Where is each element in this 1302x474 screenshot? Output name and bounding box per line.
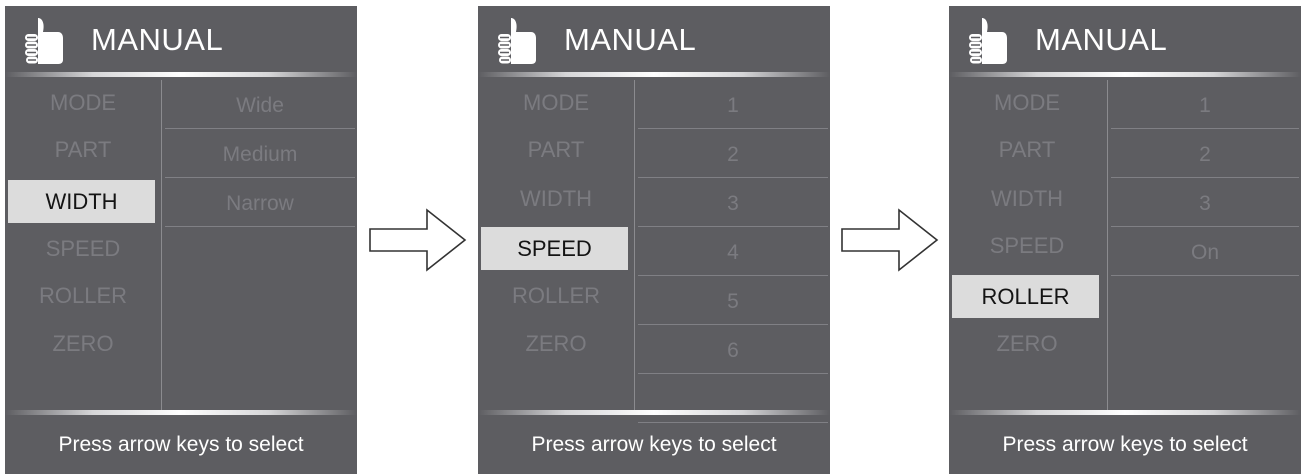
column-divider [634, 80, 635, 410]
menu-item-mode[interactable]: MODE [5, 81, 161, 124]
menu-item-mode[interactable]: MODE [949, 81, 1105, 124]
menu-item-zero[interactable]: ZERO [949, 322, 1105, 365]
menu-item-part[interactable]: PART [478, 128, 634, 171]
footer-divider [478, 410, 830, 415]
footer-hint: Press arrow keys to select [1002, 433, 1248, 456]
screen-header: MANUAL [949, 6, 1301, 74]
option-6[interactable]: 6 [638, 326, 828, 374]
manual-screen-width: MANUAL MODE PART WIDTH SPEED ROLLER ZERO… [5, 6, 357, 474]
menu-item-roller[interactable]: ROLLER [478, 274, 634, 317]
header-divider [478, 72, 830, 77]
right-arrow-icon [841, 208, 939, 272]
menu-item-part[interactable]: PART [949, 128, 1105, 171]
screen-title: MANUAL [564, 22, 697, 57]
footer-divider [5, 410, 357, 415]
option-4[interactable]: 4 [638, 228, 828, 276]
column-divider [161, 80, 162, 410]
option-on[interactable]: On [1111, 228, 1299, 276]
option-narrow[interactable]: Narrow [165, 179, 355, 227]
menu-item-speed[interactable]: SPEED [949, 224, 1105, 267]
option-2[interactable]: 2 [638, 130, 828, 178]
header-divider [949, 72, 1301, 77]
option-1[interactable]: 1 [1111, 81, 1299, 129]
thumbs-up-icon [25, 18, 63, 64]
option-wide[interactable]: Wide [165, 81, 355, 129]
option-2[interactable]: 2 [1111, 130, 1299, 178]
footer-hint: Press arrow keys to select [58, 433, 304, 456]
menu-item-speed[interactable]: SPEED [5, 227, 161, 270]
thumbs-up-icon [969, 18, 1007, 64]
screen-header: MANUAL [5, 6, 357, 74]
option-medium[interactable]: Medium [165, 130, 355, 178]
menu-item-width-selected[interactable]: WIDTH [8, 180, 155, 223]
menu-item-width[interactable]: WIDTH [949, 177, 1105, 220]
menu-item-speed-selected[interactable]: SPEED [481, 227, 628, 270]
column-divider [1107, 80, 1108, 410]
menu-item-part[interactable]: PART [5, 128, 161, 171]
menu-item-roller[interactable]: ROLLER [5, 274, 161, 317]
option-3[interactable]: 3 [1111, 179, 1299, 227]
right-arrow-icon [369, 208, 467, 272]
manual-screen-speed: MANUAL MODE PART WIDTH SPEED ROLLER ZERO… [478, 6, 830, 474]
footer-divider [949, 410, 1301, 415]
option-1[interactable]: 1 [638, 81, 828, 129]
manual-screen-roller: MANUAL MODE PART WIDTH SPEED ROLLER ZERO… [949, 6, 1301, 474]
menu-item-width[interactable]: WIDTH [478, 177, 634, 220]
menu-item-zero[interactable]: ZERO [5, 322, 161, 365]
header-divider [5, 72, 357, 77]
option-3[interactable]: 3 [638, 179, 828, 227]
menu-item-mode[interactable]: MODE [478, 81, 634, 124]
thumbs-up-icon [498, 18, 536, 64]
screen-title: MANUAL [1035, 22, 1168, 57]
screen-title: MANUAL [91, 22, 224, 57]
footer-hint: Press arrow keys to select [531, 433, 777, 456]
screen-header: MANUAL [478, 6, 830, 74]
option-5[interactable]: 5 [638, 277, 828, 325]
menu-item-zero[interactable]: ZERO [478, 322, 634, 365]
menu-item-roller-selected[interactable]: ROLLER [952, 275, 1099, 318]
